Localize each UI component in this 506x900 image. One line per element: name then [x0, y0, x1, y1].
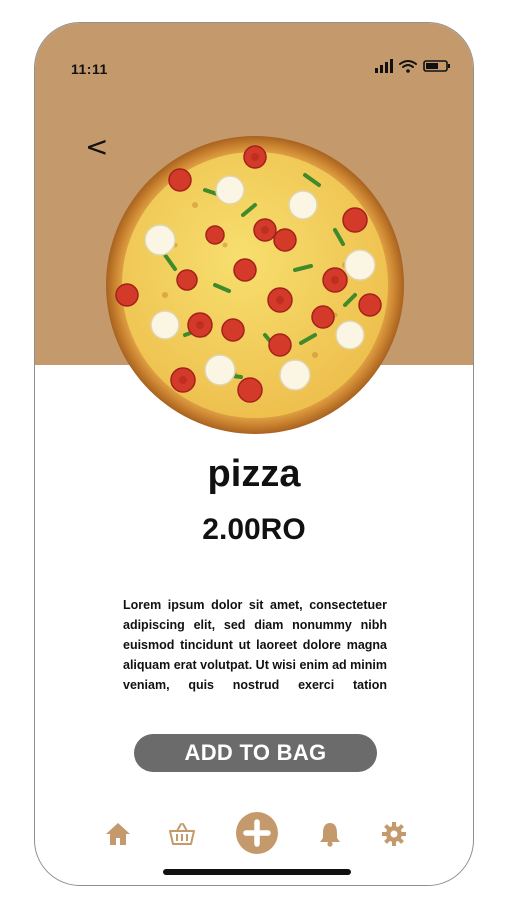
- cellular-signal-icon: [375, 59, 393, 73]
- gear-icon[interactable]: [379, 819, 409, 849]
- product-title: pizza: [207, 453, 301, 495]
- bell-icon[interactable]: [315, 819, 345, 849]
- add-to-bag-button[interactable]: ADD TO BAG: [134, 734, 377, 772]
- battery-icon: [423, 60, 450, 72]
- status-time: 11:11: [71, 61, 108, 77]
- basket-icon[interactable]: [167, 819, 197, 849]
- phone-frame: 11:11 < pizza 2.00RO Lorem ipsum dolor s…: [34, 22, 474, 886]
- back-button[interactable]: <: [85, 131, 111, 163]
- product-description: Lorem ipsum dolor sit amet, consectetuer…: [123, 598, 387, 692]
- add-icon[interactable]: [235, 811, 279, 855]
- status-icons: [375, 59, 451, 73]
- wifi-icon: [399, 60, 417, 73]
- home-icon[interactable]: [103, 819, 133, 849]
- tab-bar: [35, 811, 473, 857]
- pizza-image: [106, 136, 404, 434]
- home-indicator: [163, 869, 351, 875]
- product-price: 2.00RO: [202, 513, 306, 546]
